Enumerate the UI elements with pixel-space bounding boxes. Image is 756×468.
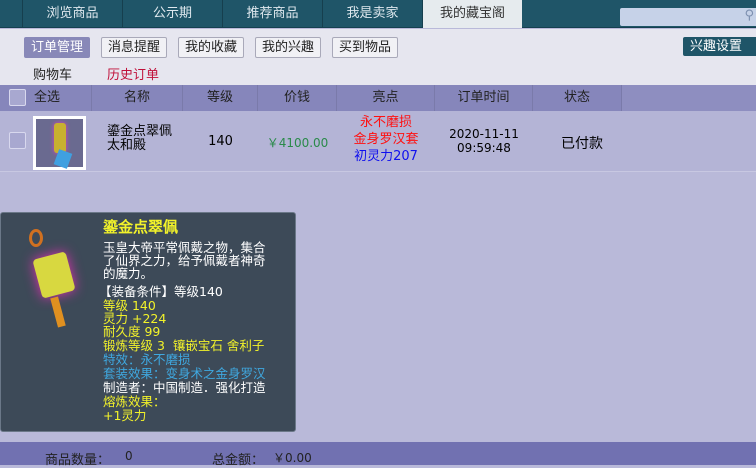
history-link[interactable]: 历史订单 xyxy=(107,64,159,83)
message-button[interactable]: 消息提醒 xyxy=(101,37,168,58)
tooltip-requirement: 【装备条件】等级140 xyxy=(99,284,223,299)
bought-button[interactable]: 买到物品 xyxy=(332,37,399,58)
tooltip-melt: 熔炼效果： xyxy=(103,394,166,409)
count-value: 0 xyxy=(125,449,133,463)
footer-summary: 商品数量： 0 总金额： ￥0.00 xyxy=(0,442,756,468)
header-status: 状态 xyxy=(533,85,622,111)
tooltip-stat: 耐久度 99 xyxy=(103,324,161,339)
item-icon xyxy=(9,227,89,337)
tooltip-effect: 特效：永不磨损 xyxy=(103,352,191,367)
highlight-3: 初灵力207 xyxy=(354,149,418,164)
row-checkbox[interactable] xyxy=(9,132,26,149)
tooltip-maker: 制造者：中国制造．强化打造 xyxy=(103,380,266,395)
tab-public[interactable]: 公示期 xyxy=(122,0,222,28)
count-label: 商品数量： xyxy=(45,453,111,468)
item-thumbnail[interactable] xyxy=(33,116,86,170)
tooltip-title: 鎏金点翠佩 xyxy=(103,218,179,236)
tab-my-treasure[interactable]: 我的藏宝阁 xyxy=(422,0,522,28)
interests-button[interactable]: 我的兴趣 xyxy=(255,37,322,58)
cart-link[interactable]: 购物车 xyxy=(33,64,72,83)
item-level: 140 xyxy=(208,134,233,149)
interest-settings-button[interactable]: 兴趣设置 xyxy=(683,37,756,56)
search-input[interactable]: ⚲ xyxy=(620,8,756,26)
table-header: 全选 名称 等级 价钱 亮点 订单时间 状态 xyxy=(0,85,756,111)
total-label: 总金额： xyxy=(212,453,265,468)
tooltip-stat: 锻炼等级 3 镶嵌宝石 舍利子 xyxy=(103,338,265,353)
header-name: 名称 xyxy=(92,85,183,111)
header-highlights: 亮点 xyxy=(337,85,435,111)
tooltip-melt: +1灵力 xyxy=(103,408,147,423)
header-order-time: 订单时间 xyxy=(435,85,533,111)
tab-seller[interactable]: 我是卖家 xyxy=(322,0,422,28)
order-manage-button[interactable]: 订单管理 xyxy=(24,37,91,58)
order-time: 2020-11-11 09:59:48 xyxy=(449,127,519,155)
item-price: ￥4100.00 xyxy=(266,136,329,150)
header-price: 价钱 xyxy=(258,85,337,111)
total-value: ￥0.00 xyxy=(273,451,312,465)
top-nav: 浏览商品 公示期 推荐商品 我是卖家 我的藏宝阁 ⚲ xyxy=(0,0,756,28)
order-status: 已付款 xyxy=(561,136,603,152)
header-level: 等级 xyxy=(183,85,258,111)
server-name: 太和殿 xyxy=(107,138,147,153)
item-highlights: 永不磨损 金身罗汉套 初灵力207 xyxy=(337,113,435,166)
tooltip-effect: 套装效果：变身术之金身罗汉 xyxy=(103,366,266,381)
favorites-button[interactable]: 我的收藏 xyxy=(178,37,245,58)
tab-browse[interactable]: 浏览商品 xyxy=(22,0,122,28)
item-tooltip: 鎏金点翠佩 玉皇大帝平常佩戴之物，集合 了仙界之力，给予佩戴者神奇 的魔力。 【… xyxy=(0,212,296,432)
tooltip-desc: 的魔力。 xyxy=(103,266,154,281)
select-all-checkbox[interactable] xyxy=(9,89,26,106)
table-row[interactable]: 鎏金点翠佩 太和殿 140 ￥4100.00 永不磨损 金身罗汉套 初灵力207 … xyxy=(0,111,756,172)
tab-recommend[interactable]: 推荐商品 xyxy=(222,0,322,28)
item-name: 鎏金点翠佩 太和殿 xyxy=(107,124,173,153)
search-icon[interactable]: ⚲ xyxy=(744,8,754,23)
